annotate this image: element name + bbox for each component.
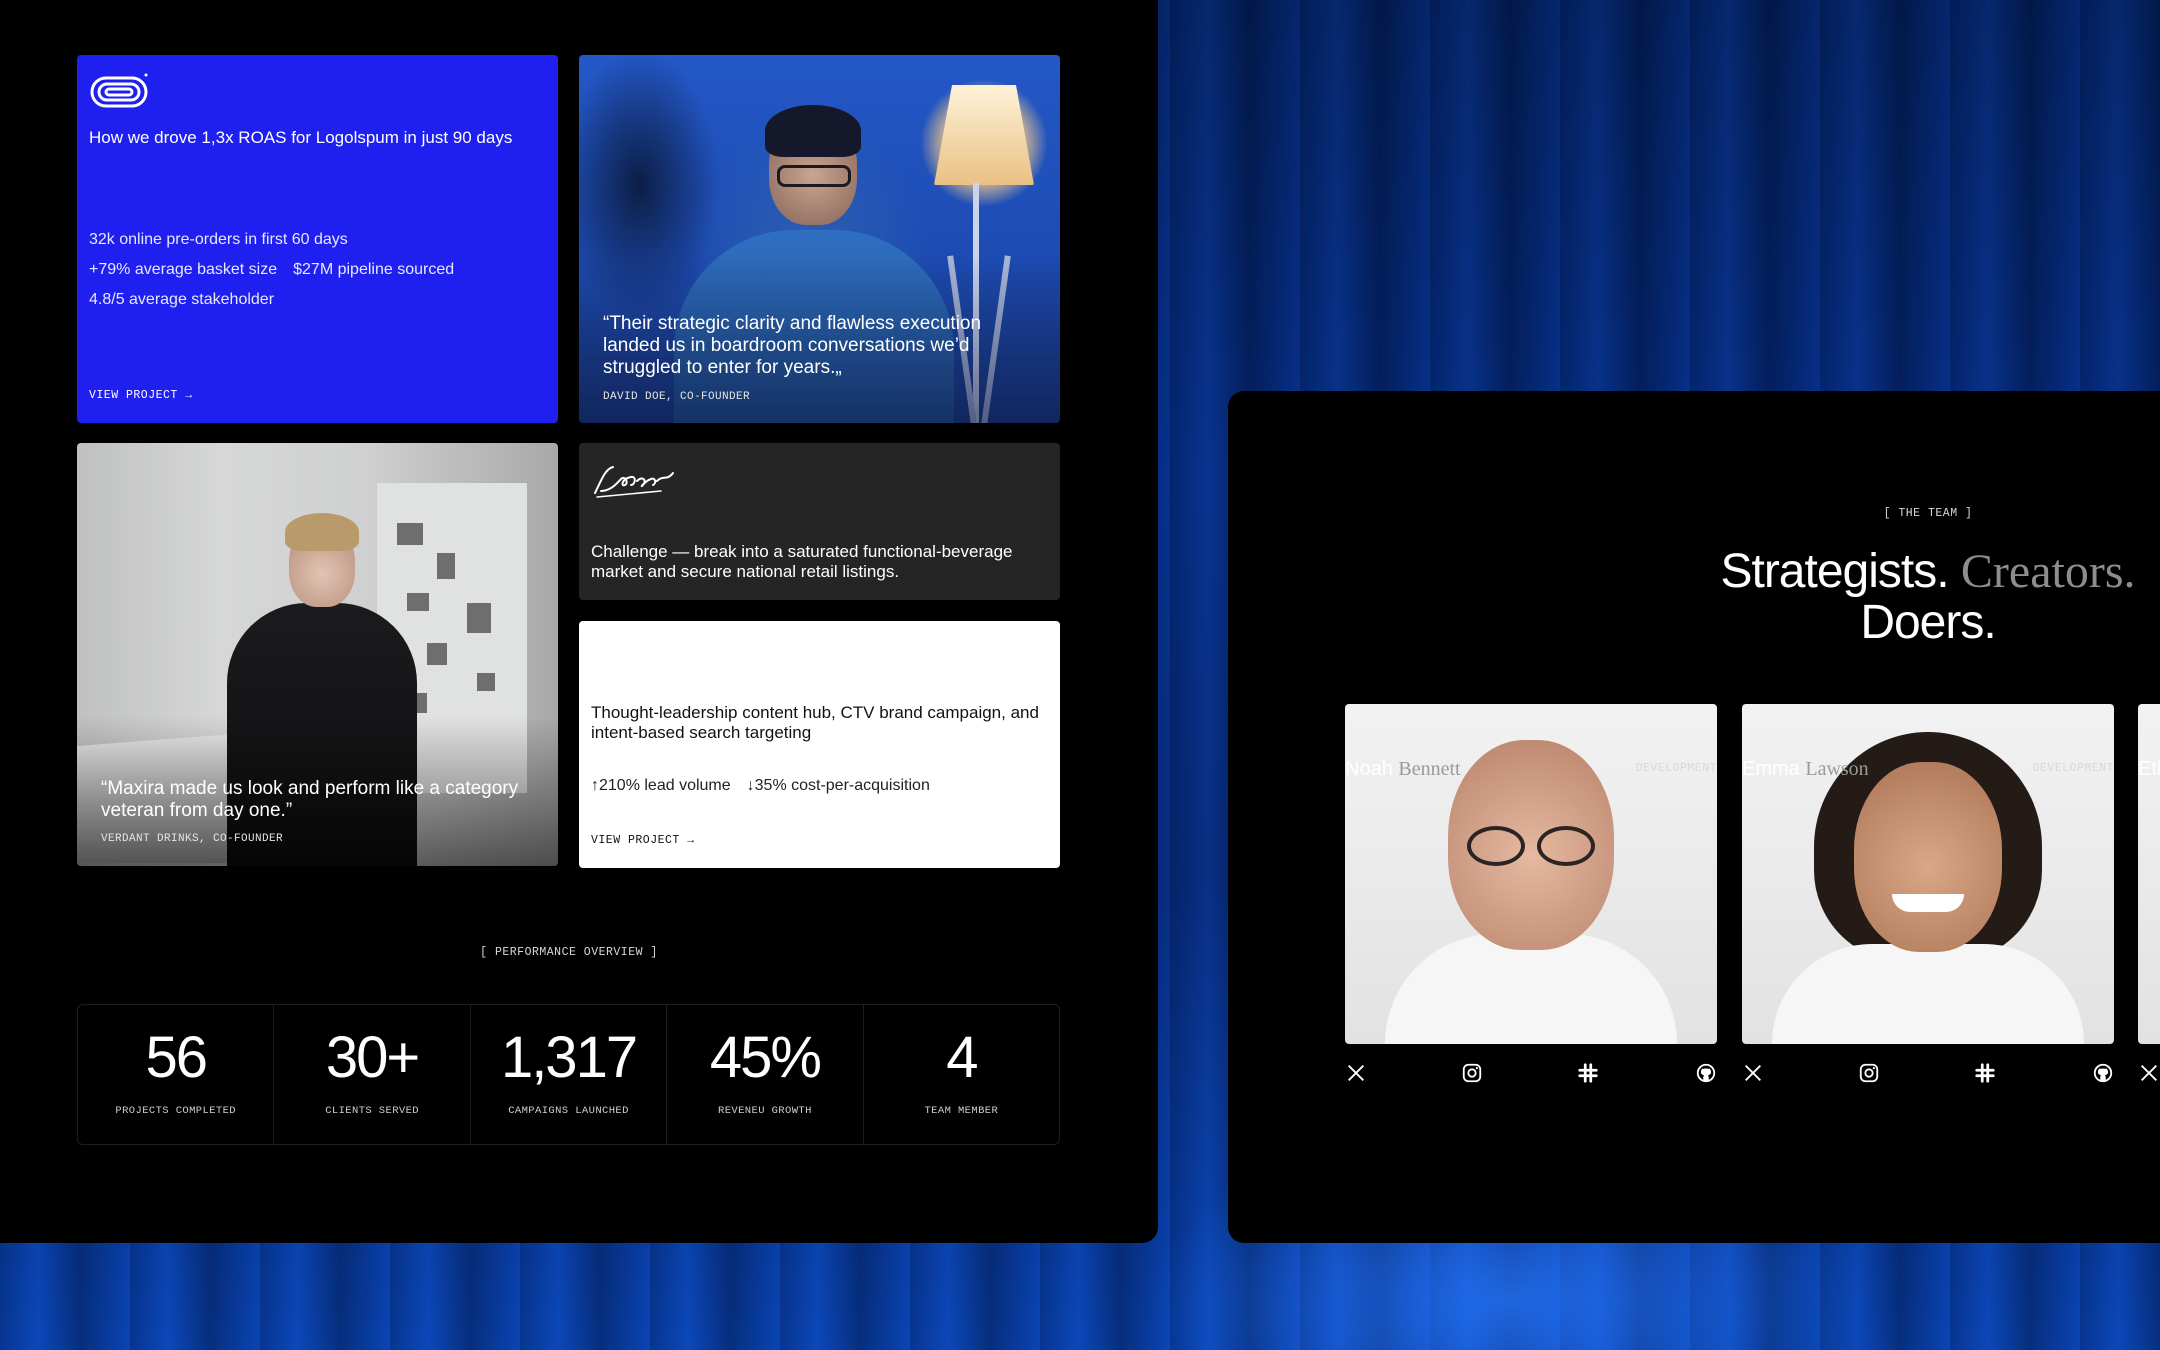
stat-value: 56: [145, 1025, 207, 1090]
testimonial-card-david: “Their strategic clarity and flawless ex…: [579, 55, 1060, 423]
lamp-shape: [934, 85, 1034, 185]
testimonial-author: VERDANT DRINKS, CO-FOUNDER: [101, 833, 284, 845]
solution-text: Thought-leadership content hub, CTV bran…: [591, 703, 1039, 743]
stat-text: 32k online pre-orders in first 60 days: [89, 231, 348, 248]
x-icon[interactable]: [1345, 1062, 1367, 1084]
stat-campaigns: 1,317 CAMPAIGNS LAUNCHED: [471, 1005, 668, 1144]
github-icon[interactable]: [1695, 1062, 1717, 1084]
github-icon[interactable]: [2092, 1062, 2114, 1084]
member-first-name: Emma: [1742, 758, 1800, 780]
testimonial-card-verdant: “Maxira made us look and perform like a …: [77, 443, 558, 866]
stat-value: 30+: [325, 1025, 420, 1090]
case-study-card[interactable]: How we drove 1,3x ROAS for Logolspum in …: [77, 55, 558, 423]
instagram-icon[interactable]: [1858, 1062, 1880, 1084]
solution-stats: ↑210% lead volume ↓35% cost-per-acquisiti…: [591, 777, 930, 795]
view-project-link[interactable]: VIEW PROJECT →: [89, 389, 193, 402]
member-shirt: [1772, 944, 2084, 1044]
testimonial-author: DAVID DOE, CO-FOUNDER: [603, 391, 751, 403]
heading-word: Doers.: [1860, 595, 1996, 649]
member-shirt: [1385, 934, 1677, 1044]
x-icon[interactable]: [2138, 1062, 2160, 1084]
projects-panel: How we drove 1,3x ROAS for Logolspum in …: [0, 0, 1158, 1243]
stat-clients: 30+ CLIENTS SERVED: [274, 1005, 471, 1144]
solution-card[interactable]: Thought-leadership content hub, CTV bran…: [579, 621, 1060, 868]
member-first-name: Eth: [2138, 758, 2160, 780]
person-hair: [285, 513, 359, 551]
stat-value: 1,317: [500, 1025, 638, 1090]
stat-label: CLIENTS SERVED: [325, 1105, 420, 1117]
stat-row: 32k online pre-orders in first 60 days: [89, 225, 454, 255]
moodboard-item: [427, 643, 447, 665]
member-face: [1854, 762, 2002, 952]
stat-text: $27M pipeline sourced: [293, 261, 455, 278]
stat-cpa: ↓35% cost-per-acquisition: [746, 777, 930, 794]
moodboard-item: [437, 553, 455, 579]
instagram-icon[interactable]: [1461, 1062, 1483, 1084]
stat-text: 4.8/5 average stakeholder: [89, 291, 275, 308]
stat-label: TEAM MEMBER: [924, 1105, 999, 1117]
member-name: Eth: [2138, 758, 2160, 781]
member-smile: [1892, 894, 1964, 912]
heading-word-faded: Creators.: [1960, 545, 2136, 598]
member-photo: [1742, 704, 2114, 1044]
member-socials: [1742, 1062, 2114, 1098]
stat-label: REVENEU GROWTH: [718, 1105, 812, 1117]
team-section-label: [ THE TEAM ]: [1883, 507, 1973, 520]
heading-word: Strategists.: [1720, 545, 1949, 598]
x-icon[interactable]: [1742, 1062, 1764, 1084]
member-photo: [1345, 704, 1717, 1044]
team-panel: [ THE TEAM ] Strategists. Creators. Doer…: [1228, 391, 2160, 1243]
member-last-name: Lawson: [1805, 758, 1869, 780]
member-role: DEVELOPMENT: [1635, 762, 1717, 775]
team-member-card[interactable]: Eth: [2138, 704, 2160, 1098]
team-member-card[interactable]: Noah Bennett DEVELOPMENT: [1345, 704, 1717, 1098]
stat-projects: 56 PROJECTS COMPLETED: [78, 1005, 275, 1144]
person-glasses: [777, 165, 851, 187]
moodboard-item: [477, 673, 495, 691]
member-name: Noah Bennett: [1345, 758, 1461, 781]
glasses-lens: [1537, 826, 1595, 866]
loop-logo-icon: [90, 73, 148, 108]
slack-icon[interactable]: [1974, 1062, 1996, 1084]
member-name: Emma Lawson: [1742, 758, 1869, 781]
case-study-title: How we drove 1,3x ROAS for Logolspum in …: [89, 128, 513, 147]
member-last-name: Bennett: [1398, 758, 1461, 780]
moodboard-item: [397, 523, 423, 545]
member-photo: [2138, 704, 2160, 1044]
glasses-lens: [1467, 826, 1525, 866]
testimonial-quote: “Maxira made us look and perform like a …: [101, 778, 519, 821]
moodboard-item: [467, 603, 491, 633]
stat-value: 45%: [709, 1025, 822, 1090]
stat-value: 4: [946, 1025, 978, 1090]
stat-row: +79% average basket size $27M pipeline so…: [89, 255, 454, 285]
stat-label: CAMPAIGNS LAUNCHED: [508, 1105, 629, 1117]
challenge-text: Challenge — break into a saturated funct…: [591, 542, 1013, 582]
challenge-card: Challenge — break into a saturated funct…: [579, 443, 1060, 600]
testimonial-quote: “Their strategic clarity and flawless ex…: [603, 313, 982, 378]
moodboard-item: [407, 593, 429, 611]
logoipsum-script-logo: [594, 466, 674, 498]
member-socials: [2138, 1062, 2160, 1098]
slack-icon[interactable]: [1577, 1062, 1599, 1084]
performance-overview-label: [ PERFORMANCE OVERVIEW ]: [480, 946, 658, 959]
team-member-card[interactable]: Emma Lawson DEVELOPMENT: [1742, 704, 2114, 1098]
member-first-name: Noah: [1345, 758, 1393, 780]
member-role: DEVELOPMENT: [2032, 762, 2114, 775]
stat-text: +79% average basket size: [89, 261, 278, 278]
team-heading: Strategists. Creators. Doers.: [1228, 545, 2160, 649]
stat-row: 4.8/5 average stakeholder: [89, 285, 454, 315]
view-project-link[interactable]: VIEW PROJECT →: [591, 834, 695, 847]
member-socials: [1345, 1062, 1717, 1098]
stat-label: PROJECTS COMPLETED: [115, 1105, 237, 1117]
stat-team: 4 TEAM MEMBER: [864, 1005, 1059, 1144]
person-hair: [765, 105, 861, 157]
performance-stats: 56 PROJECTS COMPLETED 30+ CLIENTS SERVED…: [77, 1004, 1060, 1145]
case-study-stats: 32k online pre-orders in first 60 days +…: [89, 225, 454, 315]
stat-growth: 45% REVENEU GROWTH: [667, 1005, 864, 1144]
stat-lead-volume: ↑210% lead volume: [591, 777, 731, 794]
